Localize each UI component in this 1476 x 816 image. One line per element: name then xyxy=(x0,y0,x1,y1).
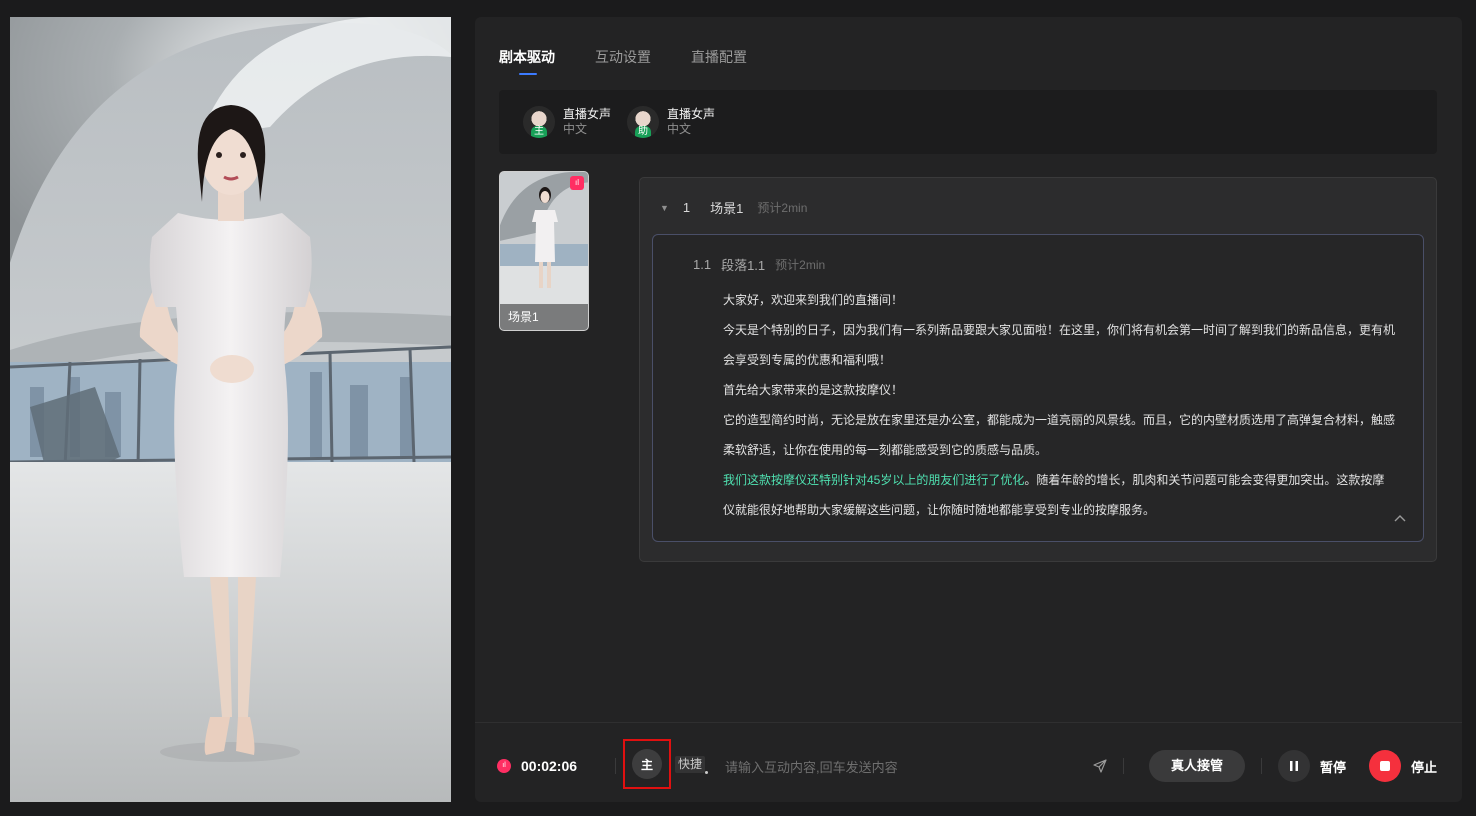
divider xyxy=(1261,758,1262,774)
scene-thumbnail-label: 场景1 xyxy=(500,304,588,330)
scene-estimate: 预计2min xyxy=(757,201,808,215)
tab-live-config[interactable]: 直播配置 xyxy=(691,47,747,75)
script-scene-card: ▼ 1 场景1 预计2min 1.1 段落1.1 预计2min 大家好，欢迎来到… xyxy=(639,177,1437,562)
send-icon[interactable] xyxy=(1093,759,1107,773)
control-panel: 剧本驱动 互动设置 直播配置 主 直播女声 中文 助 直播女声 中文 ıl 场景… xyxy=(475,17,1462,802)
pause-label: 暂停 xyxy=(1320,759,1347,775)
live-duration: 00:02:06 xyxy=(521,758,578,774)
role-tag-assistant: 助 xyxy=(635,126,652,138)
script-line: 柔软舒适，让你在使用的每一刻都能感受到它的质感与品质。 xyxy=(723,443,1048,457)
scene-header: ▼ 1 场景1 预计2min xyxy=(660,198,807,217)
quick-reply-button[interactable]: 快捷 xyxy=(675,756,706,773)
tab-script-driven[interactable]: 剧本驱动 xyxy=(499,47,555,75)
paragraph-card[interactable]: 1.1 段落1.1 预计2min 大家好，欢迎来到我们的直播间！ 今天是个特别的… xyxy=(652,234,1424,542)
script-line: 仪就能很好地帮助大家缓解这些问题，让你随时随地都能享受到专业的按摩服务。 xyxy=(723,503,1156,517)
tab-interaction-settings[interactable]: 互动设置 xyxy=(595,47,651,75)
script-line-rest: 。随着年龄的增长，肌肉和关节问题可能会变得更加突出。这款按摩 xyxy=(1024,473,1385,487)
voice-name: 直播女声 xyxy=(667,107,716,121)
script-line: 大家好，欢迎来到我们的直播间！ xyxy=(723,293,904,307)
script-line: 今天是个特别的日子，因为我们有一系列新品要跟大家见面啦！在这里，你们将有机会第一… xyxy=(723,323,1396,337)
voice-name: 直播女声 xyxy=(563,107,612,121)
human-takeover-button[interactable]: 真人接管 xyxy=(1149,750,1245,782)
stop-button[interactable]: 停止 xyxy=(1369,750,1437,782)
voice-avatar: 主 xyxy=(523,106,555,138)
voice-avatar: 助 xyxy=(627,106,660,138)
paragraph-text: 大家好，欢迎来到我们的直播间！ 今天是个特别的日子，因为我们有一系列新品要跟大家… xyxy=(723,285,1403,525)
voice-language: 中文 xyxy=(667,122,692,136)
caret-down-icon[interactable]: ▼ xyxy=(660,203,669,213)
paragraph-estimate: 预计2min xyxy=(775,258,826,272)
voice-selector-bar: 主 直播女声 中文 助 直播女声 中文 xyxy=(499,90,1437,154)
paragraph-title: 段落1.1 xyxy=(721,258,766,273)
pause-icon xyxy=(1278,750,1310,782)
paragraph-header: 1.1 段落1.1 预计2min xyxy=(693,255,825,274)
tab-bar: 剧本驱动 互动设置 直播配置 xyxy=(499,47,747,77)
role-switch-button[interactable]: 主 xyxy=(632,749,662,779)
script-line: 首先给大家带来的是这款按摩仪！ xyxy=(723,383,904,397)
scene-title: 场景1 xyxy=(710,201,744,216)
current-speaking-text: 我们这款按摩仪还特别针对45岁以上的朋友们进行了优化 xyxy=(723,473,1025,487)
dot-icon xyxy=(705,771,708,774)
scene-thumbnail[interactable]: ıl 场景1 xyxy=(499,171,589,331)
audio-wave-icon: ıl xyxy=(570,176,584,190)
stop-icon xyxy=(1369,750,1401,782)
divider xyxy=(615,758,616,774)
bottom-control-bar: ıl 00:02:06 主 快捷 真人接管 暂停 停止 xyxy=(475,722,1462,802)
digital-human-image xyxy=(10,17,451,802)
role-switch-highlight: 主 xyxy=(623,739,671,789)
script-line: 我们这款按摩仪还特别针对45岁以上的朋友们进行了优化。随着年龄的增长，肌肉和关节… xyxy=(723,465,1403,495)
script-line: 会享受到专属的优惠和福利哦！ xyxy=(723,353,892,367)
interaction-input[interactable] xyxy=(725,756,1075,778)
stop-label: 停止 xyxy=(1411,759,1438,775)
script-line: 它的造型简约时尚，无论是放在家里还是办公室，都能成为一道亮丽的风景线。而且，它的… xyxy=(723,413,1396,427)
chevron-up-icon[interactable] xyxy=(1393,513,1407,523)
pause-button[interactable]: 暂停 xyxy=(1278,750,1346,782)
live-indicator-icon: ıl xyxy=(497,759,511,773)
voice-language: 中文 xyxy=(563,122,588,136)
scene-number: 1 xyxy=(682,200,691,215)
voice-assistant[interactable]: 助 直播女声 中文 xyxy=(627,106,715,138)
divider xyxy=(1123,758,1124,774)
paragraph-number: 1.1 xyxy=(693,257,712,272)
live-timer: ıl 00:02:06 xyxy=(497,758,577,774)
video-preview xyxy=(10,17,451,802)
voice-main[interactable]: 主 直播女声 中文 xyxy=(523,106,611,138)
role-tag-main: 主 xyxy=(531,126,547,138)
